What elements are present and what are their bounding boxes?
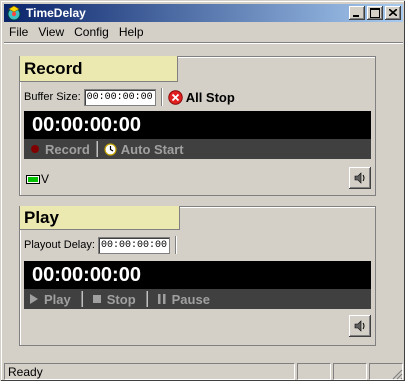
play-button-label: Play: [44, 291, 71, 307]
resize-grip-icon[interactable]: [391, 368, 403, 380]
maximize-button[interactable]: [367, 6, 383, 20]
stop-button[interactable]: Stop: [83, 289, 146, 309]
playout-delay-label: Playout Delay:: [24, 239, 95, 251]
window-title: TimeDelay: [26, 6, 86, 20]
buffer-size-field[interactable]: 00:00:00:00: [83, 88, 156, 106]
separator: [160, 88, 163, 106]
record-panel-title: Record: [20, 56, 178, 82]
play-status-row: [24, 315, 371, 337]
record-controls: Record Auto Start: [24, 139, 371, 159]
vu-meter-icon: [26, 174, 40, 184]
app-icon: [7, 5, 21, 21]
record-button[interactable]: Record: [24, 139, 96, 159]
stop-circle-icon: [167, 89, 183, 105]
record-speaker-button[interactable]: [349, 167, 371, 189]
auto-start-button[interactable]: Auto Start: [98, 139, 190, 159]
status-pane: [297, 362, 331, 380]
close-button[interactable]: [385, 6, 401, 20]
record-dot-icon: [31, 145, 39, 153]
buffer-size-row: Buffer Size: 00:00:00:00 All Stop: [24, 87, 235, 107]
play-controls: Play Stop Pause: [24, 289, 371, 309]
record-status-row: V: [24, 167, 371, 189]
buffer-size-label: Buffer Size:: [24, 91, 81, 103]
menu-help[interactable]: Help: [114, 25, 149, 39]
status-bar: Ready: [4, 362, 403, 380]
status-pane: [333, 362, 367, 380]
play-button[interactable]: Play: [24, 289, 81, 309]
app-window: TimeDelay File View Config Help Record B…: [0, 0, 405, 381]
play-speaker-button[interactable]: [349, 315, 371, 337]
menu-bar: File View Config Help: [4, 23, 149, 41]
minimize-button[interactable]: [349, 6, 365, 20]
menu-view[interactable]: View: [33, 25, 69, 39]
play-panel: Play Playout Delay: 00:00:00:00 00:00:00…: [19, 206, 376, 346]
close-icon: [389, 9, 397, 16]
record-button-label: Record: [45, 141, 90, 157]
pause-button[interactable]: Pause: [148, 289, 216, 309]
vu-meter-label: V: [41, 172, 50, 186]
separator: [174, 236, 177, 254]
play-triangle-icon: [30, 294, 38, 304]
vu-meter[interactable]: V: [26, 172, 49, 186]
speaker-icon: [354, 172, 365, 184]
play-panel-title: Play: [20, 206, 180, 230]
all-stop-button[interactable]: All Stop: [167, 89, 235, 105]
menu-config[interactable]: Config: [69, 25, 114, 39]
clock-icon: [104, 142, 117, 156]
menu-file[interactable]: File: [4, 25, 33, 39]
pause-button-label: Pause: [171, 291, 210, 307]
title-bar[interactable]: TimeDelay: [4, 4, 403, 22]
stop-button-label: Stop: [106, 291, 136, 307]
pause-bars-icon: [157, 294, 166, 304]
record-timecode: 00:00:00:00: [24, 111, 371, 139]
play-timecode: 00:00:00:00: [24, 261, 371, 289]
all-stop-label: All Stop: [185, 89, 235, 105]
menu-divider: [4, 42, 403, 44]
window-controls: [347, 6, 401, 20]
status-text: Ready: [4, 362, 295, 380]
stop-square-icon: [92, 295, 101, 303]
playout-delay-row: Playout Delay: 00:00:00:00: [24, 235, 182, 255]
playout-delay-field[interactable]: 00:00:00:00: [97, 236, 170, 254]
speaker-icon: [354, 320, 365, 332]
record-panel: Record Buffer Size: 00:00:00:00 All Stop…: [19, 56, 376, 196]
auto-start-label: Auto Start: [120, 141, 184, 157]
